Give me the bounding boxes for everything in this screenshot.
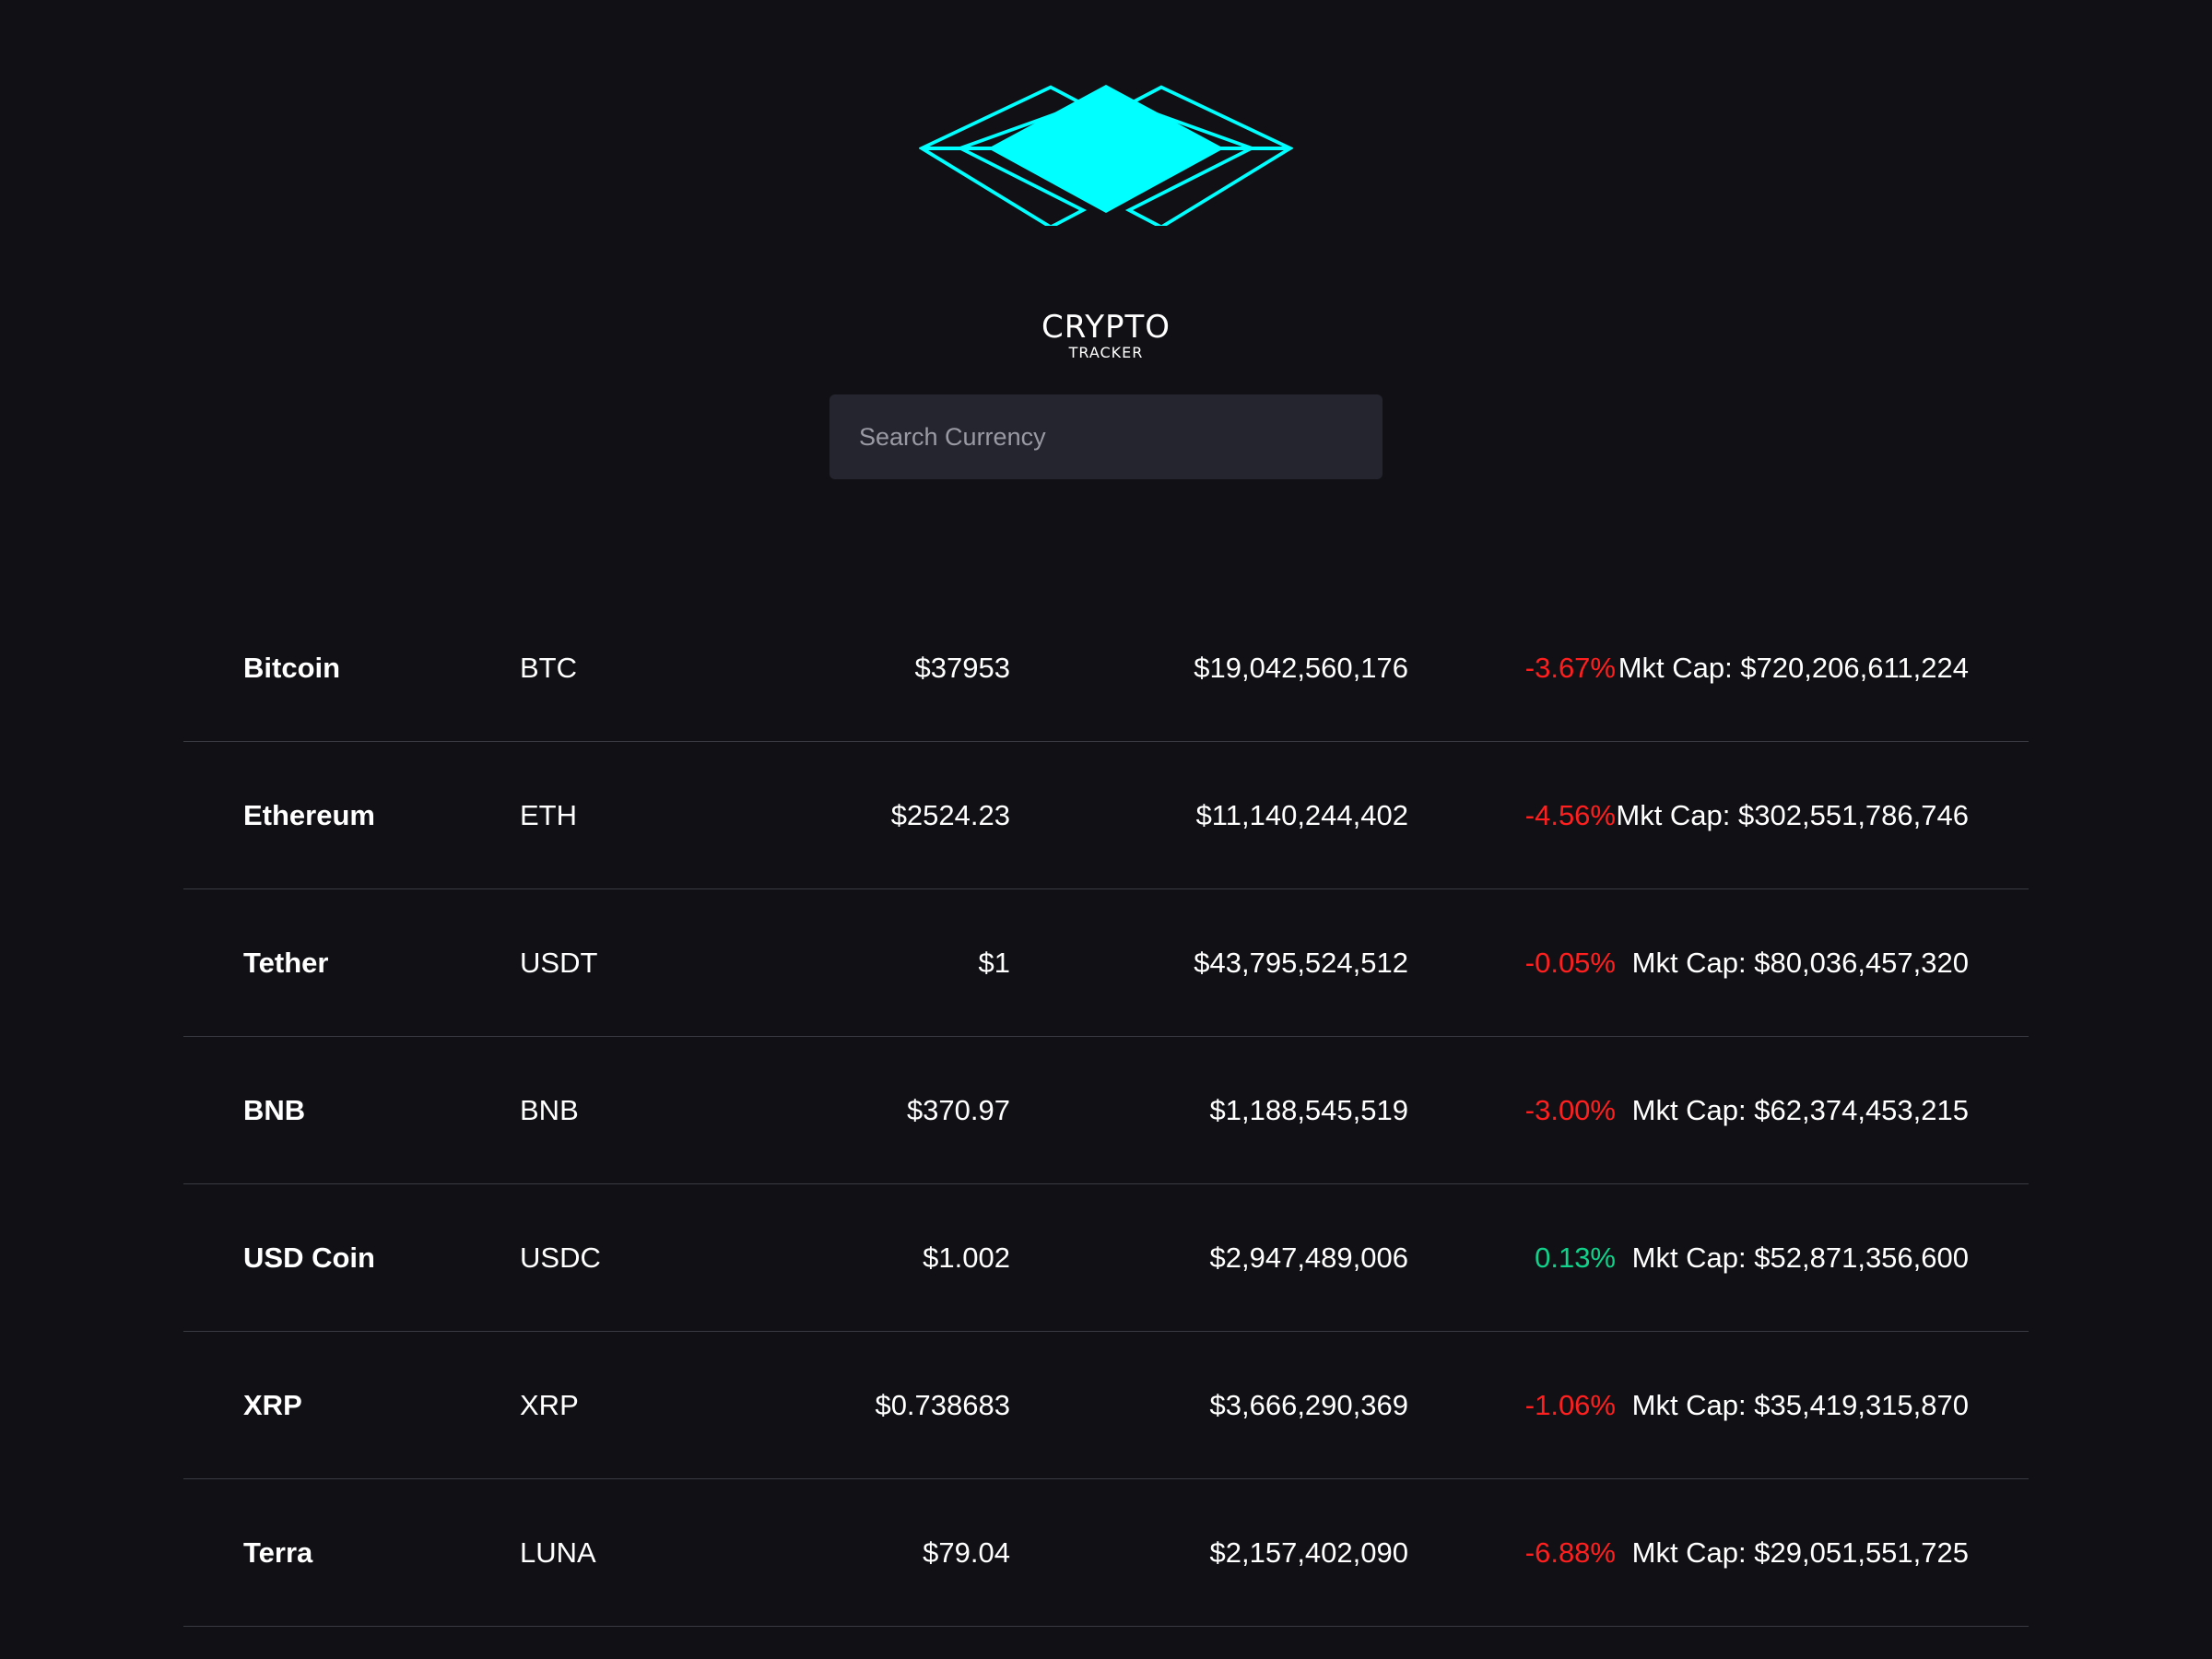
coin-name: BNB xyxy=(243,1094,306,1126)
coin-price-change: -0.05% xyxy=(1524,947,1616,979)
coin-price-change: 0.13% xyxy=(1535,1241,1616,1274)
coin-price: $79.04 xyxy=(923,1536,1010,1569)
coin-symbol: ETH xyxy=(520,799,577,831)
coin-symbol: USDC xyxy=(520,1241,601,1274)
coin-volume: $11,140,244,402 xyxy=(1195,799,1408,831)
coin-volume: $43,795,524,512 xyxy=(1194,947,1408,979)
coin-price-change: -3.67% xyxy=(1524,652,1616,684)
coin-row-eth[interactable]: Ethereum ETH $2524.23 $11,140,244,402 -4.56%… xyxy=(183,742,2029,889)
coin-price: $0.738683 xyxy=(875,1389,1010,1421)
coin-volume: $3,666,290,369 xyxy=(1209,1389,1409,1421)
coin-symbol: LUNA xyxy=(520,1536,596,1569)
diamond-logo-icon xyxy=(919,85,1293,226)
coin-price-change: -4.56% xyxy=(1524,799,1616,831)
coin-row-bnb[interactable]: BNB BNB $370.97 $1,188,545,519 -3.00% Mkt Cap… xyxy=(183,1037,2029,1184)
coin-price: $1.002 xyxy=(923,1241,1010,1274)
coin-market-cap: Mkt Cap: $52,871,356,600 xyxy=(1631,1241,1969,1274)
coin-price: $370.97 xyxy=(906,1094,1010,1126)
search-input[interactable] xyxy=(830,394,1382,479)
crypto-tracker-logo: CRYPTO TRACKER xyxy=(919,78,1293,361)
coin-price-change: -6.88% xyxy=(1524,1536,1616,1569)
coin-price: $1 xyxy=(978,947,1010,979)
coin-name: Ethereum xyxy=(243,799,375,831)
brand-title: CRYPTO xyxy=(1041,309,1171,346)
coin-symbol: XRP xyxy=(520,1389,579,1421)
coin-name: USD Coin xyxy=(243,1241,375,1274)
coin-market-cap: Mkt Cap: $35,419,315,870 xyxy=(1631,1389,1969,1421)
brand-subtitle: TRACKER xyxy=(1068,344,1144,361)
coin-volume: $19,042,560,176 xyxy=(1194,652,1408,684)
coin-volume: $2,157,402,090 xyxy=(1209,1536,1409,1569)
coin-symbol: BNB xyxy=(520,1094,579,1126)
coin-name: Terra xyxy=(243,1536,313,1569)
coin-symbol: USDT xyxy=(520,947,598,979)
coin-market-cap: Mkt Cap: $80,036,457,320 xyxy=(1631,947,1969,979)
coin-row-btc[interactable]: Bitcoin BTC $37953 $19,042,560,176 -3.67% Mkt… xyxy=(183,594,2029,742)
coin-symbol: BTC xyxy=(520,652,577,684)
coin-table: Bitcoin BTC $37953 $19,042,560,176 -3.67% Mkt… xyxy=(183,594,2029,1627)
coin-row-usdt[interactable]: Tether USDT $1 $43,795,524,512 -0.05% Mkt Cap… xyxy=(183,889,2029,1037)
coin-row-xrp[interactable]: XRP XRP $0.738683 $3,666,290,369 -1.06% Mkt C… xyxy=(183,1332,2029,1479)
coin-price: $2524.23 xyxy=(890,799,1010,831)
coin-market-cap: Mkt Cap: $302,551,786,746 xyxy=(1616,799,1969,831)
coin-row-usdc[interactable]: USD Coin USDC $1.002 $2,947,489,006 0.13% Mkt… xyxy=(183,1184,2029,1332)
coin-market-cap: Mkt Cap: $720,206,611,224 xyxy=(1618,652,1969,684)
coin-market-cap: Mkt Cap: $62,374,453,215 xyxy=(1631,1094,1969,1126)
coin-name: Tether xyxy=(243,947,329,979)
coin-volume: $1,188,545,519 xyxy=(1209,1094,1409,1126)
coin-price: $37953 xyxy=(914,652,1010,684)
coin-name: Bitcoin xyxy=(243,652,341,684)
coin-price-change: -3.00% xyxy=(1524,1094,1616,1126)
coin-name: XRP xyxy=(243,1389,302,1421)
coin-volume: $2,947,489,006 xyxy=(1209,1241,1409,1274)
coin-market-cap: Mkt Cap: $29,051,551,725 xyxy=(1631,1536,1969,1569)
coin-row-luna[interactable]: Terra LUNA $79.04 $2,157,402,090 -6.88% Mkt C… xyxy=(183,1479,2029,1627)
coin-price-change: -1.06% xyxy=(1524,1389,1616,1421)
